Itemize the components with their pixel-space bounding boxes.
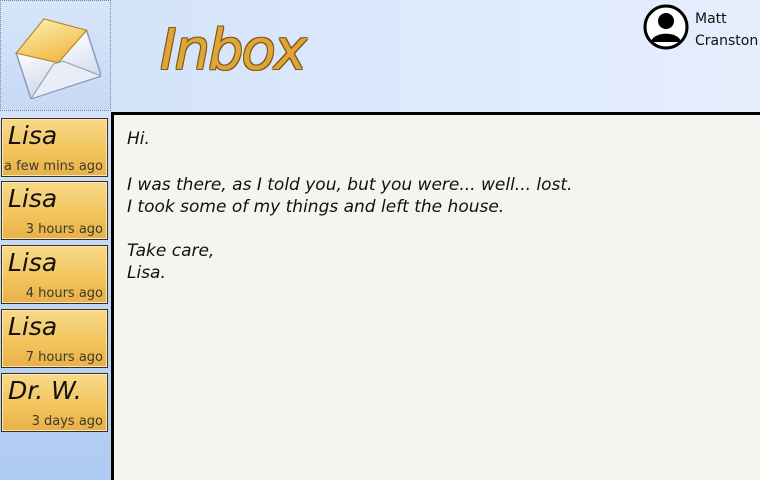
message-line: I was there, as I told you, but you were… — [127, 175, 573, 195]
message-item[interactable]: Dr. W. 3 days ago — [1, 373, 108, 432]
message-sender: Dr. W. — [8, 376, 82, 405]
message-line: Take care, — [127, 241, 215, 261]
message-time: 7 hours ago — [25, 350, 103, 365]
message-line: Hi. — [127, 129, 150, 149]
message-line: Lisa. — [127, 263, 166, 283]
message-sender: Lisa — [8, 312, 58, 341]
app-logo[interactable] — [0, 0, 111, 111]
message-line: I took some of my things and left the ho… — [127, 197, 505, 217]
message-list: Lisa a few mins ago Lisa 3 hours ago Lis… — [0, 112, 111, 480]
message-time: 3 hours ago — [25, 222, 103, 237]
user-name: Matt Cranston — [695, 11, 759, 49]
message-time: a few mins ago — [3, 159, 103, 174]
message-time: 3 days ago — [31, 414, 103, 429]
message-body: Hi. I was there, as I told you, but you … — [111, 112, 760, 480]
message-time: 4 hours ago — [25, 286, 103, 301]
envelope-icon — [15, 18, 101, 99]
message-item[interactable]: Lisa 3 hours ago — [1, 181, 108, 240]
page-title: Inbox — [160, 18, 307, 83]
message-sender: Lisa — [8, 121, 58, 150]
message-item[interactable]: Lisa 4 hours ago — [1, 245, 108, 304]
user-profile[interactable]: Matt Cranston — [643, 4, 758, 52]
user-silhouette-icon — [643, 4, 689, 50]
message-sender: Lisa — [8, 248, 58, 277]
header: Inbox Matt Cranston — [0, 0, 760, 112]
message-item[interactable]: Lisa a few mins ago — [1, 118, 108, 177]
message-sender: Lisa — [8, 184, 58, 213]
message-item[interactable]: Lisa 7 hours ago — [1, 309, 108, 368]
